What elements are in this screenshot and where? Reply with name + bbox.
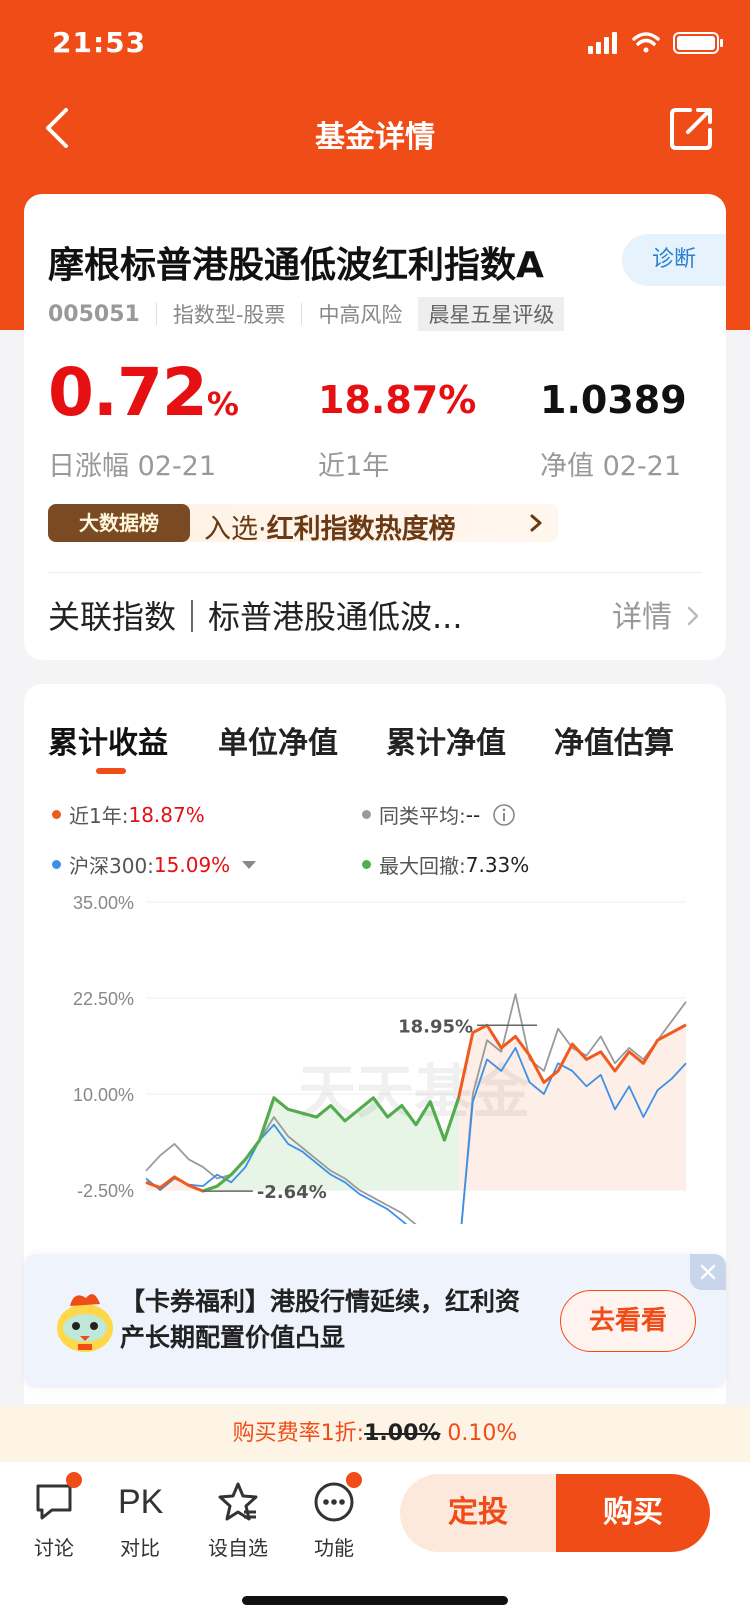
active-tab-indicator xyxy=(96,768,126,774)
legend-hs300-value: 15.09% xyxy=(153,852,231,877)
year-return-label: 近1年 xyxy=(318,451,390,482)
fund-risk: 中高风险 xyxy=(318,303,403,327)
diagnose-button[interactable]: 诊断 xyxy=(622,234,726,286)
nav-value: 1.0389 xyxy=(540,378,687,422)
rank-badge: 大数据榜 xyxy=(48,504,190,542)
compare-button[interactable]: PK 对比 xyxy=(100,1480,180,1561)
high-annotation: 18.95% xyxy=(398,1016,473,1037)
close-icon xyxy=(700,1264,716,1280)
fund-name: 摩根标普港股通低波红利指数A xyxy=(48,245,544,286)
tab-nav-estimate[interactable]: 净值估算 xyxy=(554,718,674,762)
page-title: 基金详情 xyxy=(315,120,435,155)
fund-summary-card: 摩根标普港股通低波红利指数A 诊断 005051 指数型-股票 中高风险 晨星五… xyxy=(24,194,726,660)
bottom-action-bar: 讨论 PK 对比 设自选 功能 定投 购买 xyxy=(0,1462,750,1624)
legend-peer: 同类平均: -- xyxy=(362,800,516,829)
battery-icon xyxy=(673,32,723,54)
fee-info: 购买费率1折:1.00% 0.10% xyxy=(0,1406,750,1462)
signal-icon xyxy=(588,32,617,54)
notification-dot xyxy=(66,1472,82,1488)
discuss-button[interactable]: 讨论 xyxy=(14,1472,94,1561)
daily-change-unit: % xyxy=(206,385,239,423)
legend-drawdown-value: 7.33% xyxy=(465,852,530,877)
rank-prefix: 入选· xyxy=(204,514,267,545)
year-return: 18.87% xyxy=(318,378,477,422)
legend-dot-drawdown xyxy=(362,860,371,869)
fee-original: 1.00% xyxy=(364,1421,441,1446)
fund-code: 005051 xyxy=(48,301,140,327)
divider xyxy=(155,303,157,325)
star-icon xyxy=(218,1482,258,1521)
discuss-label: 讨论 xyxy=(34,1536,74,1560)
daily-change-label: 日涨幅 02-21 xyxy=(48,451,217,482)
watermark: 天天基金 xyxy=(298,1058,531,1126)
functions-label: 功能 xyxy=(314,1536,354,1560)
divider xyxy=(301,303,303,325)
legend-drawdown-label: 最大回撤: xyxy=(379,854,466,878)
low-annotation: -2.64% xyxy=(257,1182,327,1203)
legend-dot-hs300 xyxy=(52,860,61,869)
watchlist-label: 设自选 xyxy=(208,1536,268,1560)
fund-type: 指数型-股票 xyxy=(172,303,286,327)
close-button[interactable] xyxy=(690,1254,726,1290)
fee-prefix: 购买费率1折: xyxy=(232,1421,365,1446)
rank-banner[interactable]: 大数据榜 入选·红利指数热度榜 xyxy=(48,504,558,545)
tab-cumulative-return[interactable]: 累计收益 xyxy=(48,718,168,762)
notification-dot xyxy=(346,1472,362,1488)
rank-text: 入选·红利指数热度榜 xyxy=(204,507,456,546)
legend-dot-fund xyxy=(52,810,61,819)
share-icon[interactable] xyxy=(668,104,716,152)
y-tick-label: 10.00% xyxy=(73,1085,134,1105)
legend-hs300[interactable]: 沪深300: 15.09% xyxy=(52,850,257,879)
compare-label: 对比 xyxy=(120,1536,160,1560)
fund-rating: 晨星五星评级 xyxy=(418,297,565,331)
buy-button[interactable]: 购买 xyxy=(556,1474,710,1552)
mascot-icon xyxy=(57,1294,113,1352)
legend-peer-value: -- xyxy=(465,802,481,827)
wifi-icon xyxy=(632,32,660,53)
related-detail-link[interactable]: 详情 xyxy=(612,592,672,636)
functions-button[interactable]: 功能 xyxy=(294,1472,374,1561)
nav-label: 净值 02-21 xyxy=(540,451,682,482)
fee-discounted: 0.10% xyxy=(447,1421,518,1446)
divider xyxy=(48,572,702,573)
status-time: 21:53 xyxy=(52,26,147,59)
legend-peer-label: 同类平均: xyxy=(379,804,466,828)
watchlist-button[interactable]: 设自选 xyxy=(198,1480,278,1561)
status-icons xyxy=(588,32,723,54)
legend-drawdown: 最大回撤: 7.33% xyxy=(362,850,529,879)
home-indicator xyxy=(242,1596,508,1605)
related-index[interactable]: 关联指数｜标普港股通低波... xyxy=(48,592,463,638)
chevron-down-icon[interactable] xyxy=(242,860,257,869)
return-chart[interactable]: 35.00% 22.50% 10.00% -2.50% 天天基金 18.95% -2.64% xyxy=(24,884,726,1261)
y-tick-label: 22.50% xyxy=(73,989,134,1009)
promo-text: 【卡券福利】港股行情延续，红利资产长期配置价值凸显 xyxy=(120,1287,521,1352)
tab-cumulative-nav[interactable]: 累计净值 xyxy=(386,718,506,762)
pk-icon: PK xyxy=(118,1483,164,1521)
y-tick-label: -2.50% xyxy=(77,1181,134,1201)
y-tick-label: 35.00% xyxy=(73,893,134,913)
legend-fund-value: 18.87% xyxy=(128,802,205,827)
legend-hs300-label: 沪深300: xyxy=(69,854,154,878)
rank-name: 红利指数热度榜 xyxy=(266,514,456,545)
info-icon[interactable] xyxy=(492,803,516,827)
return-chart-svg: 35.00% 22.50% 10.00% -2.50% 天天基金 18.95% -2.64% xyxy=(73,893,687,1261)
chevron-right-icon xyxy=(687,606,699,626)
daily-change-value: 0.72 xyxy=(48,354,208,431)
fund-tags: 005051 指数型-股票 中高风险 晨星五星评级 xyxy=(48,297,565,331)
auto-invest-button[interactable]: 定投 xyxy=(400,1474,556,1552)
legend-fund: 近1年: 18.87% xyxy=(52,800,205,829)
promo-banner[interactable]: 【卡券福利】港股行情延续，红利资产长期配置价值凸显 去看看 xyxy=(24,1254,726,1388)
chevron-right-icon xyxy=(530,514,542,532)
daily-change: 0.72% xyxy=(48,354,239,431)
legend-fund-label: 近1年: xyxy=(69,804,129,828)
promo-go-button[interactable]: 去看看 xyxy=(560,1290,696,1352)
legend-dot-peer xyxy=(362,810,371,819)
tab-unit-nav[interactable]: 单位净值 xyxy=(218,718,338,762)
